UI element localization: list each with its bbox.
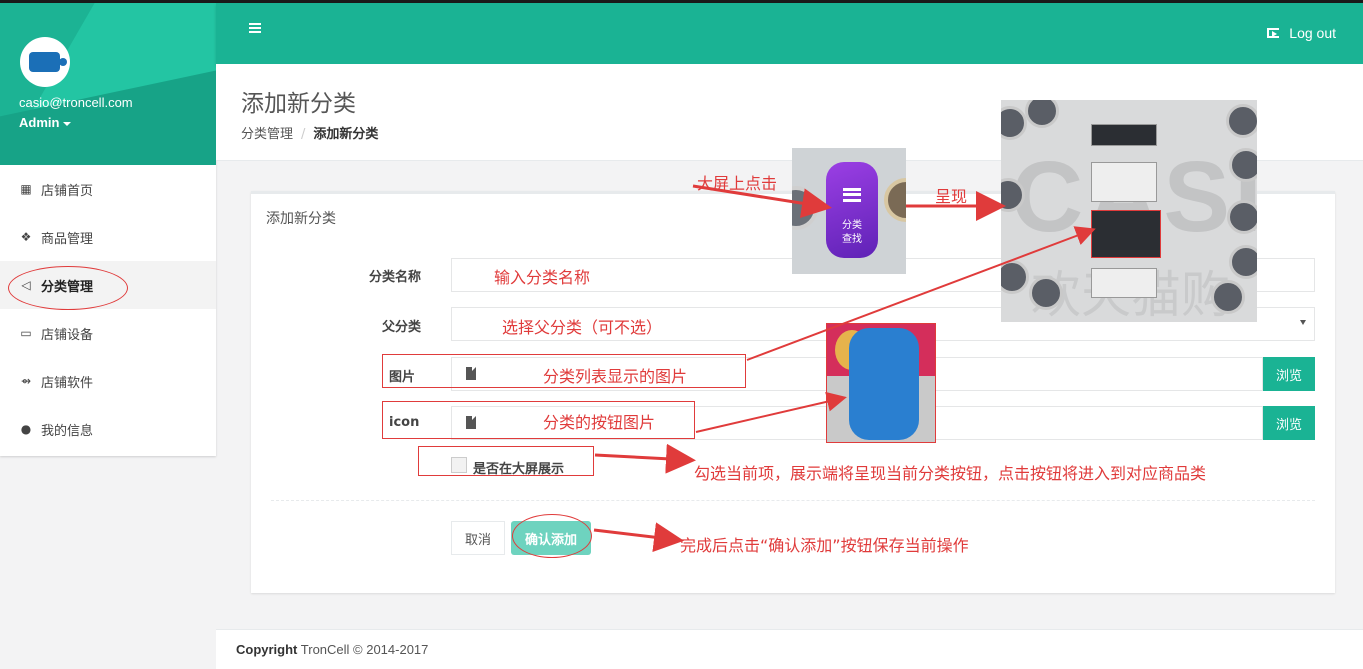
breadcrumb-current: 添加新分类 — [313, 127, 379, 142]
annotation-circle-confirm — [512, 514, 592, 558]
top-navbar: Log out — [216, 3, 1363, 64]
breadcrumb: 分类管理 / 添加新分类 — [241, 123, 378, 142]
cancel-button[interactable]: 取消 — [451, 521, 505, 555]
category-tile-highlighted — [1091, 210, 1161, 258]
user-email: casio@troncell.com — [19, 95, 133, 110]
screen-button-preview: 分类 查找 — [792, 148, 906, 274]
sidebar-item-products[interactable]: ❖ 商品管理 — [0, 213, 216, 261]
user-role-dropdown[interactable]: Admin — [19, 115, 72, 130]
copyright: Copyright TronCell © 2014-2017 — [236, 642, 428, 657]
annotation-checkbox-note: 勾选当前项，展示端将呈现当前分类按钮，点击按钮将进入到对应商品类 — [694, 464, 1207, 483]
user-role-label: Admin — [19, 115, 60, 130]
page-title: 添加新分类 — [241, 91, 356, 117]
annotation-list-image: 分类列表显示的图片 — [543, 367, 688, 386]
button-image-preview — [826, 323, 936, 443]
logout-label: Log out — [1289, 25, 1336, 41]
category-search-button-preview: 分类 查找 — [826, 162, 878, 258]
watch-image — [884, 178, 906, 222]
watch-image — [1229, 245, 1257, 279]
hamburger-menu-icon[interactable] — [249, 23, 261, 33]
sidebar-item-software[interactable]: ⇴ 店铺软件 — [0, 357, 216, 405]
watch-image — [1229, 148, 1257, 182]
sidebar-item-categories[interactable]: ◁ 分类管理 — [0, 261, 216, 310]
watch-image — [1226, 104, 1257, 138]
sidebar-item-label: 我的信息 — [41, 423, 94, 439]
annotation-circle — [8, 266, 128, 310]
logout-button[interactable]: Log out — [1267, 25, 1336, 41]
breadcrumb-separator: / — [301, 127, 306, 142]
card-title: 添加新分类 — [266, 211, 336, 227]
annotation-confirm-note: 完成后点击“确认添加”按钮保存当前操作 — [680, 536, 969, 555]
big-screen-preview: CASIO 欢天猫购 — [1001, 100, 1257, 322]
category-tile — [1091, 162, 1157, 202]
sidebar: casio@troncell.com Admin ▦ 店铺首页 ❖ 商品管理 ◁… — [0, 3, 216, 456]
copyright-label: Copyright — [236, 642, 298, 657]
watch-image — [1001, 106, 1027, 140]
cubes-icon: ❖ — [20, 230, 32, 244]
annotation-button-image: 分类的按钮图片 — [543, 413, 656, 432]
sign-out-icon — [1267, 28, 1280, 38]
pill-text: 查找 — [842, 234, 862, 245]
category-tile — [1091, 124, 1157, 146]
user-icon: ● — [20, 422, 32, 436]
caret-down-icon — [63, 121, 72, 126]
sidebar-item-label: 商品管理 — [41, 231, 94, 247]
watch-image — [1227, 200, 1257, 234]
parent-label: 父分类 — [381, 320, 421, 335]
sidebar-item-label: 店铺软件 — [41, 375, 94, 391]
watch-image — [792, 186, 818, 230]
caret-down-icon — [1300, 320, 1306, 325]
usb-icon: ⇴ — [20, 374, 32, 388]
watch-image — [1211, 280, 1245, 314]
list-icon — [843, 188, 861, 202]
form-divider — [271, 500, 1315, 501]
copyright-text: TronCell © 2014-2017 — [300, 642, 429, 657]
profile-panel: casio@troncell.com Admin — [0, 3, 216, 165]
category-tile — [1091, 268, 1157, 298]
watch-image — [1001, 260, 1029, 294]
laptop-icon: ▭ — [20, 326, 32, 340]
dashboard-icon: ▦ — [20, 182, 32, 196]
watch-image — [849, 328, 919, 440]
annotation-shows: 呈现 — [935, 187, 968, 206]
watch-image — [1025, 100, 1059, 128]
avatar — [20, 37, 70, 87]
watch-image — [1029, 276, 1063, 310]
sidebar-item-label: 店铺设备 — [41, 327, 94, 343]
icon-browse-button[interactable]: 浏览 — [1263, 406, 1315, 440]
annotation-box-checkbox — [418, 446, 594, 476]
breadcrumb-link[interactable]: 分类管理 — [241, 127, 293, 142]
annotation-choose-parent: 选择父分类（可不选） — [502, 318, 663, 337]
name-label: 分类名称 — [368, 270, 421, 285]
sidebar-item-label: 店铺首页 — [41, 183, 94, 199]
image-browse-button[interactable]: 浏览 — [1263, 357, 1315, 391]
sidebar-item-devices[interactable]: ▭ 店铺设备 — [0, 309, 216, 357]
annotation-click-on-screen: 大屏上点击 — [697, 174, 778, 193]
sidebar-item-my-info[interactable]: ● 我的信息 — [0, 405, 216, 453]
sidebar-item-store-home[interactable]: ▦ 店铺首页 — [0, 165, 216, 213]
annotation-enter-name: 输入分类名称 — [494, 268, 591, 287]
pill-text: 分类 — [842, 220, 862, 231]
footer: Copyright TronCell © 2014-2017 — [216, 629, 1363, 669]
